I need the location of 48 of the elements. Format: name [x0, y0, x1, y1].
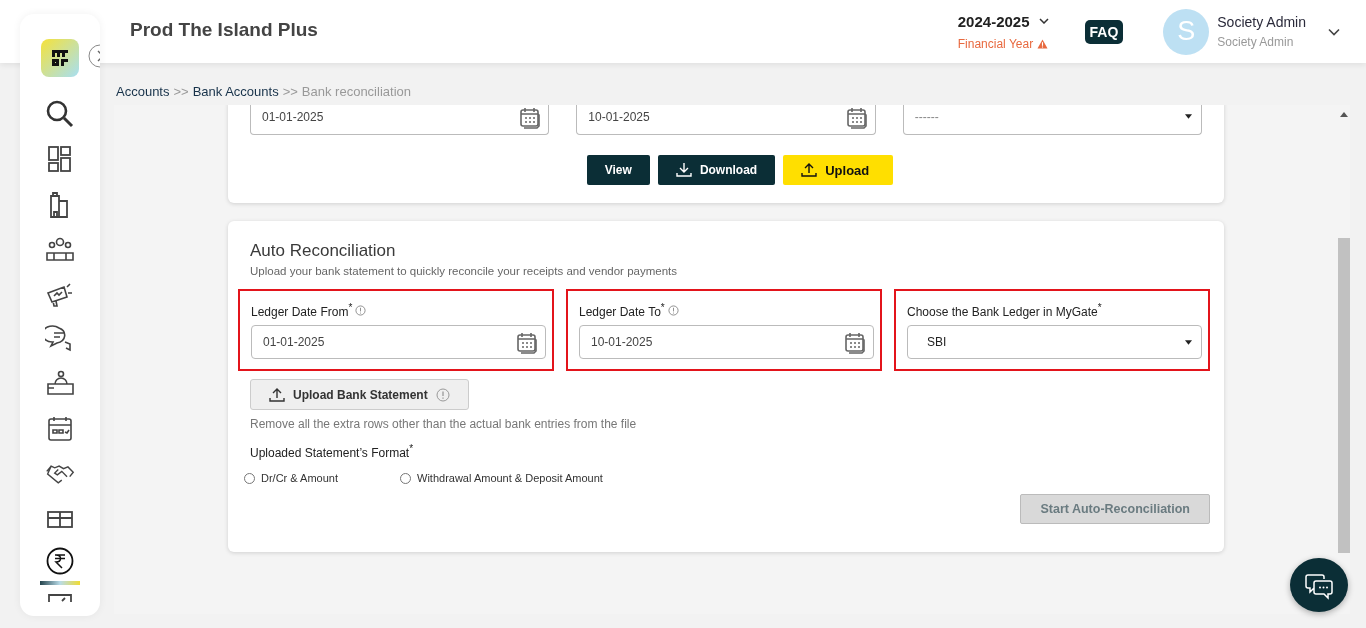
section-subtitle: Upload your bank statement to quickly reconcile your receipts and vendor payments	[250, 265, 678, 277]
caret-icon	[1185, 114, 1192, 119]
info-icon	[435, 387, 450, 402]
date-field[interactable]: 10-01-2025	[576, 105, 876, 135]
section-title: Auto Reconciliation	[250, 241, 397, 261]
warning-icon	[1037, 38, 1049, 49]
field-label: Choose the Bank Ledger in MyGate$^{*}$	[907, 301, 1102, 319]
page-title: Prod The Island Plus	[130, 19, 319, 41]
chevron-icon	[1038, 18, 1049, 24]
download-icon	[675, 162, 692, 178]
rupee-icon[interactable]	[45, 546, 75, 576]
select-field[interactable]: ------	[902, 105, 1202, 135]
breadcrumb-separator: >>	[282, 84, 298, 101]
field-label: Ledger Date To$^{*}$	[579, 301, 665, 319]
date-field[interactable]: 10-01-2025	[579, 325, 874, 359]
date-field[interactable]: 01-01-2025	[250, 105, 550, 135]
upload-icon	[269, 386, 285, 403]
field-label: Ledger Date From$^{*}$	[251, 301, 353, 319]
select-field[interactable]: SBI	[907, 325, 1202, 359]
upload-icon	[801, 162, 818, 178]
financial-year-caption: Financial Year	[957, 36, 1034, 51]
scroll-up-icon[interactable]	[1340, 112, 1348, 117]
app-logo[interactable]	[41, 39, 79, 77]
menu-icon[interactable]	[45, 593, 75, 603]
scrollbar-thumb[interactable]	[1338, 238, 1350, 553]
date-field[interactable]: 01-01-2025	[251, 325, 546, 359]
caret-icon	[1185, 339, 1192, 345]
hint-text: Remove all the extra rows other than the actual bank entries from the file	[250, 417, 638, 431]
upload-statement-button[interactable]: Upload Bank Statement	[250, 379, 469, 410]
calendar-icon	[843, 330, 867, 354]
breadcrumb-link[interactable]: Bank Accounts	[192, 84, 279, 105]
format-label: Uploaded Statement’s Format$^{*}$	[250, 443, 415, 460]
view-button[interactable]: View	[586, 155, 650, 185]
download-button[interactable]: Download	[657, 155, 776, 185]
breadcrumb-link[interactable]: Accounts	[116, 84, 170, 105]
year-selector[interactable]: 2024-2025	[957, 12, 1049, 30]
calendar-icon	[844, 105, 869, 129]
format-radio[interactable]: Withdrawal Amount & Deposit Amount	[400, 472, 603, 484]
format-radio[interactable]: Dr/Cr & Amount	[244, 472, 339, 484]
upload-button[interactable]: Upload	[783, 155, 894, 185]
calendar-icon	[518, 105, 543, 129]
user-name: Society Admin	[1217, 14, 1306, 30]
breadcrumb-separator: >>	[173, 84, 189, 101]
user-role: Society Admin	[1217, 35, 1295, 49]
search-icon[interactable]	[45, 98, 75, 129]
faq-button[interactable]: FAQ	[1084, 19, 1124, 44]
chevron-icon[interactable]	[1328, 27, 1340, 36]
calendar-icon	[515, 330, 539, 354]
